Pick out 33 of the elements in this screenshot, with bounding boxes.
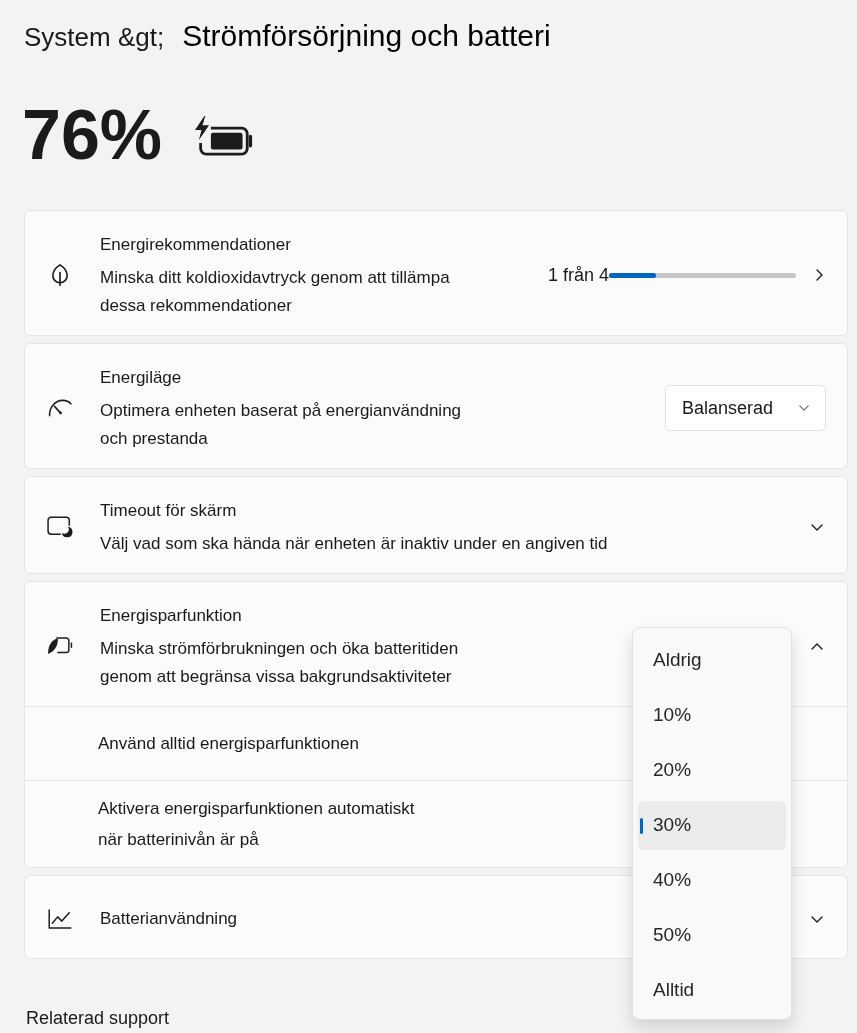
setting-title: Timeout för skärm bbox=[100, 500, 237, 522]
selection-bar-icon bbox=[640, 818, 643, 834]
screen-moon-icon bbox=[47, 516, 73, 538]
chevron-right-icon bbox=[816, 269, 823, 281]
setting-title: Energirekommendationer bbox=[100, 234, 291, 256]
line-chart-icon bbox=[48, 909, 72, 929]
setting-title: Energisparfunktion bbox=[100, 605, 242, 627]
battery-leaf-icon bbox=[47, 636, 73, 656]
option-label: Aktivera energisparfunktionen automatiskt när batterinivån är på bbox=[98, 798, 415, 851]
setting-description: Välj vad som ska hända när enheten är inaktiv under en angiven tid bbox=[100, 533, 608, 555]
option-label: Använd alltid energisparfunktionen bbox=[98, 733, 359, 755]
dropdown-button[interactable]: Balanserad bbox=[665, 385, 826, 431]
menu-option[interactable]: 10% bbox=[638, 691, 786, 740]
menu-option[interactable]: 20% bbox=[638, 746, 786, 795]
setting-description: Minska strömförbrukningen och öka batteritiden genom att begränsa vissa bakgrundsaktiviteter bbox=[100, 638, 459, 688]
menu-option[interactable]: 50% bbox=[638, 911, 786, 960]
menu-option[interactable]: 30% bbox=[638, 801, 786, 850]
setting-title: Energiläge bbox=[100, 367, 182, 389]
menu-option[interactable]: Aldrig bbox=[638, 636, 786, 685]
battery-percentage: 76% bbox=[22, 95, 163, 175]
gauge-icon bbox=[48, 399, 72, 417]
leaf-icon bbox=[52, 264, 68, 286]
page-title: Strömförsörjning och batteri bbox=[182, 18, 551, 54]
setting-card[interactable]: Energirekommendationer Minska ditt koldioxidavtryck genom att tillämpa dessa rekommendationer 1 från 4 bbox=[24, 210, 848, 336]
chevron-down-icon bbox=[799, 405, 809, 411]
section-heading: Relaterad support bbox=[26, 1007, 170, 1029]
setting-description: Minska ditt koldioxidavtryck genom att tillämpa dessa rekommendationer bbox=[100, 267, 450, 317]
menu-option[interactable]: Alltid bbox=[638, 966, 786, 1015]
setting-description: Optimera enheten baserat på energianvändning och prestanda bbox=[100, 400, 462, 450]
breadcrumb-link[interactable]: System &gt; bbox=[24, 15, 165, 59]
setting-card[interactable]: Timeout för skärm Välj vad som ska hända när enheten är inaktiv under en angiven tid bbox=[24, 476, 848, 574]
setting-title: Batterianvändning bbox=[100, 908, 238, 930]
progress-label: 1 från 4 bbox=[547, 264, 609, 287]
